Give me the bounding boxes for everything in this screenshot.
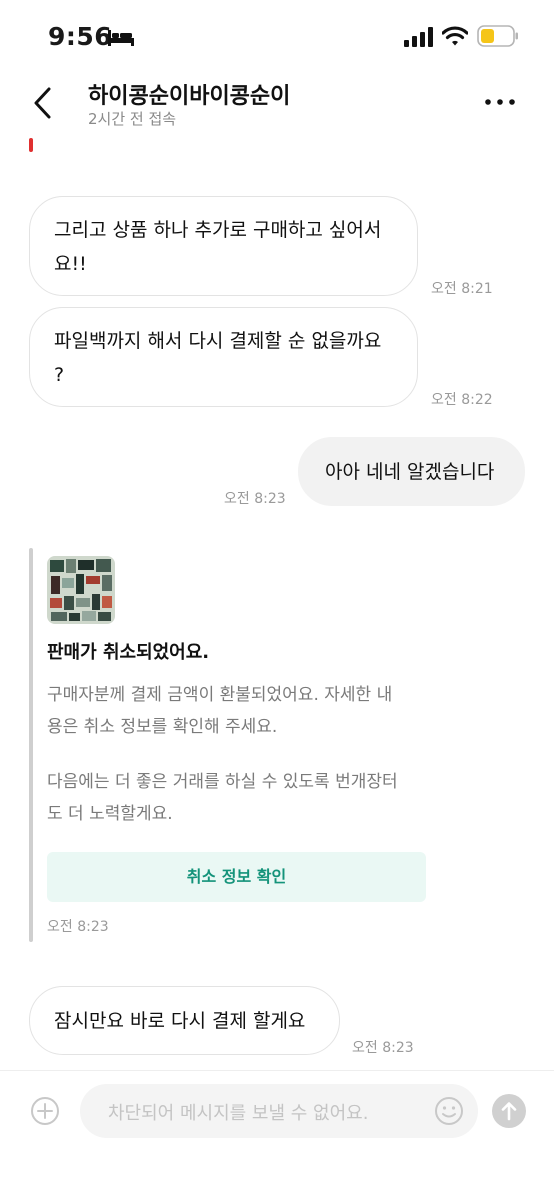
add-attachment-icon[interactable]	[30, 1096, 60, 1126]
message-bubble-received[interactable]: 그리고 상품 하나 추가로 구매하고 싶어서 요!!	[29, 196, 418, 296]
more-options-icon[interactable]	[484, 92, 516, 112]
status-bar: 9:56	[0, 0, 554, 72]
paragraph-line: 용은 취소 정보를 확인해 주세요.	[47, 717, 278, 737]
message-timestamp: 오전 8:22	[431, 392, 493, 408]
system-message-bar	[29, 548, 33, 942]
system-message-title: 판매가 취소되었어요.	[47, 642, 210, 663]
message-timestamp: 오전 8:21	[431, 281, 493, 297]
battery-icon	[477, 25, 518, 47]
message-bubble-received[interactable]: 파일백까지 해서 다시 결제할 순 없을까요 ?	[29, 307, 418, 407]
message-line: 파일백까지 해서 다시 결제할 순 없을까요	[54, 330, 382, 352]
signal-icon	[404, 27, 433, 47]
back-arrow-icon[interactable]	[30, 86, 56, 120]
message-bubble-sent[interactable]: 아아 네네 알겠습니다	[298, 437, 525, 506]
wifi-icon	[442, 26, 468, 46]
last-seen-status: 2시간 전 접속	[88, 110, 177, 128]
message-input-placeholder: 차단되어 메시지를 보낼 수 없어요.	[108, 1103, 369, 1124]
message-line: 그리고 상품 하나 추가로 구매하고 싶어서	[54, 219, 382, 241]
emoji-icon[interactable]	[434, 1096, 464, 1126]
message-timestamp: 오전 8:23	[352, 1040, 414, 1056]
unread-marker	[29, 138, 33, 152]
send-icon[interactable]	[492, 1094, 526, 1128]
message-line: 아아 네네 알겠습니다	[325, 461, 495, 483]
chat-partner-name: 하이콩순이바이콩순이	[88, 84, 291, 109]
system-message-paragraph: 구매자분께 결제 금액이 환불되었어요. 자세한 내 용은 취소 정보를 확인해…	[47, 679, 392, 743]
message-timestamp: 오전 8:23	[224, 491, 286, 507]
bed-icon	[108, 30, 134, 46]
paragraph-line: 구매자분께 결제 금액이 환불되었어요. 자세한 내	[47, 685, 393, 705]
cancel-info-button[interactable]: 취소 정보 확인	[47, 852, 426, 902]
message-line: ?	[54, 364, 65, 386]
input-divider	[0, 1070, 554, 1071]
message-line: 잠시만요 바로 다시 결제 할게요	[54, 1010, 306, 1032]
message-timestamp: 오전 8:23	[47, 919, 109, 935]
system-message-paragraph: 다음에는 더 좋은 거래를 하실 수 있도록 번개장터 도 더 노력할게요.	[47, 766, 398, 830]
message-line: 요!!	[54, 253, 87, 275]
chat-header: 하이콩순이바이콩순이 2시간 전 접속	[0, 72, 554, 140]
paragraph-line: 다음에는 더 좋은 거래를 하실 수 있도록 번개장터	[47, 772, 398, 792]
product-thumbnail[interactable]	[47, 556, 115, 624]
paragraph-line: 도 더 노력할게요.	[47, 804, 173, 824]
message-bubble-received[interactable]: 잠시만요 바로 다시 결제 할게요	[29, 986, 340, 1055]
status-time: 9:56	[48, 22, 113, 51]
